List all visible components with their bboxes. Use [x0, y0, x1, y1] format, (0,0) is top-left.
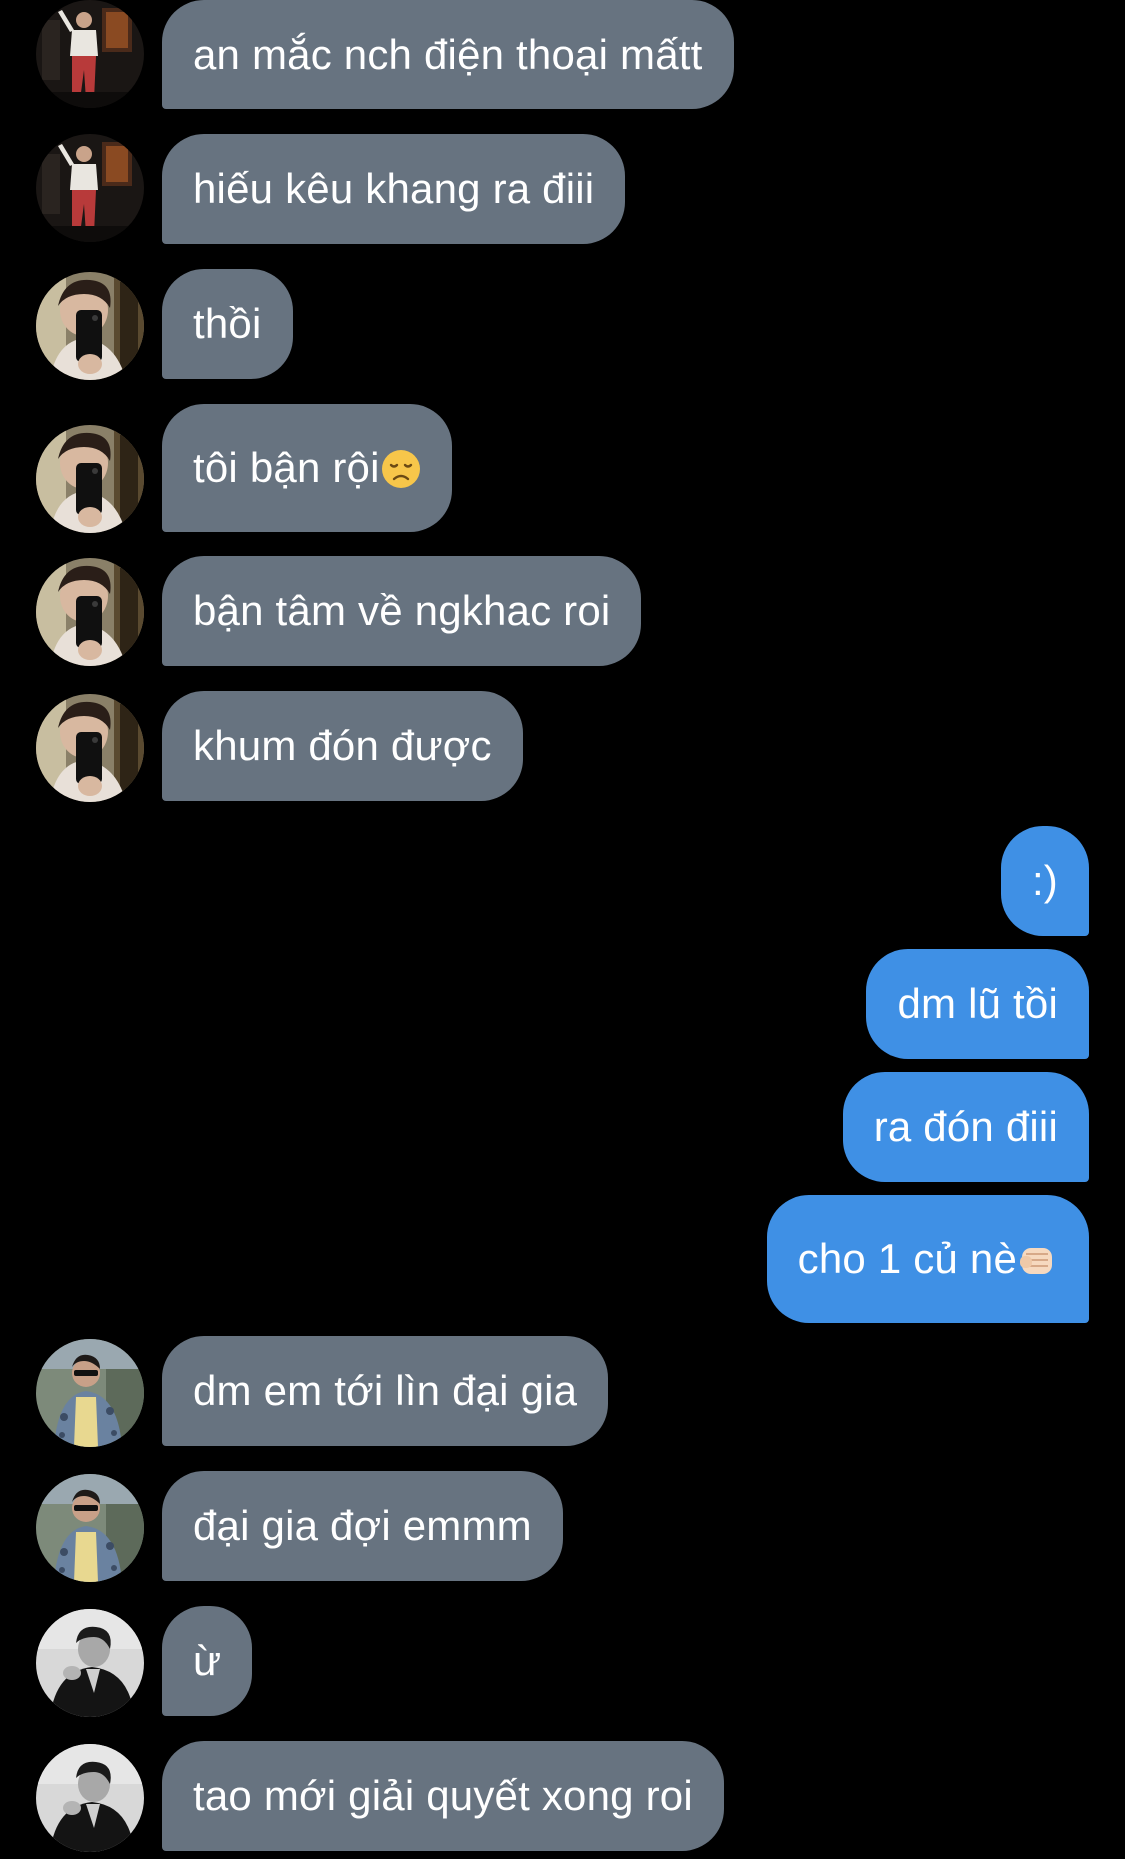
avatar[interactable] — [36, 272, 144, 380]
incoming-message-bubble[interactable]: khum đón được — [162, 691, 523, 801]
incoming-message-bubble[interactable]: dm em tới lìn đại gia — [162, 1336, 609, 1446]
message-text: dm em tới lìn đại gia — [193, 1367, 578, 1414]
avatar[interactable] — [36, 694, 144, 802]
incoming-message-bubble[interactable]: tao mới giải quyết xong roi — [162, 1741, 724, 1851]
message-text: tôi bận rội — [193, 444, 380, 491]
message-text: hiếu kêu khang ra điii — [193, 165, 595, 212]
avatar[interactable] — [36, 558, 144, 666]
avatar[interactable] — [36, 1339, 144, 1447]
disappointed-face-emoji — [381, 449, 421, 489]
outgoing-message-bubble[interactable]: :) — [1000, 826, 1089, 936]
message-text: thồi — [193, 300, 262, 347]
message-text: khum đón được — [193, 722, 492, 769]
message-text: an mắc nch điện thoại mấtt — [193, 31, 703, 78]
message-text: ra đón điii — [873, 1103, 1058, 1150]
incoming-message-bubble[interactable]: hiếu kêu khang ra điii — [162, 134, 626, 244]
avatar[interactable] — [36, 1609, 144, 1717]
avatar[interactable] — [36, 1474, 144, 1582]
avatar[interactable] — [36, 1744, 144, 1852]
message-text: ừ — [193, 1637, 222, 1684]
message-text: đại gia đợi emmm — [193, 1502, 532, 1549]
message-text: tao mới giải quyết xong roi — [193, 1772, 693, 1819]
message-text: dm lũ tồi — [897, 980, 1058, 1027]
message-text: cho 1 củ nè — [797, 1235, 1017, 1282]
incoming-message-bubble[interactable]: an mắc nch điện thoại mấtt — [162, 0, 734, 109]
avatar[interactable] — [36, 0, 144, 108]
message-text: :) — [1031, 857, 1058, 904]
message-text: bận tâm về ngkhac roi — [193, 587, 611, 634]
avatar[interactable] — [36, 134, 144, 242]
avatar[interactable] — [36, 425, 144, 533]
outgoing-message-bubble[interactable]: dm lũ tồi — [866, 949, 1089, 1059]
oncoming-fist-emoji — [1018, 1240, 1058, 1280]
outgoing-message-bubble[interactable]: ra đón điii — [842, 1072, 1089, 1182]
conversation-thread[interactable]: an mắc nch điện thoại mấtt hiếu kêu khan… — [0, 0, 1125, 1859]
incoming-message-bubble[interactable]: bận tâm về ngkhac roi — [162, 556, 642, 666]
incoming-message-bubble[interactable]: ừ — [162, 1606, 253, 1716]
incoming-message-bubble[interactable]: thồi — [162, 269, 293, 379]
incoming-message-bubble[interactable]: tôi bận rội — [162, 404, 452, 532]
incoming-message-bubble[interactable]: đại gia đợi emmm — [162, 1471, 563, 1581]
outgoing-message-bubble[interactable]: cho 1 củ nè — [766, 1195, 1089, 1323]
